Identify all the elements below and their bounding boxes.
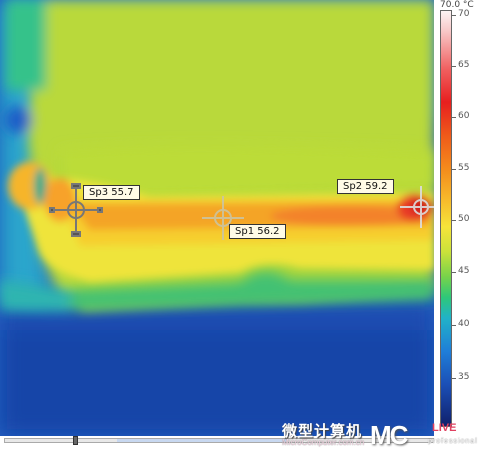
tick-35: 35 — [458, 372, 470, 382]
thermal-image-canvas — [0, 0, 434, 436]
tick-55: 55 — [458, 163, 470, 173]
scrollbar-handle[interactable] — [73, 436, 78, 445]
watermark-en: MicroComputer.com.cn — [282, 438, 365, 447]
scrollbar-track — [117, 439, 287, 442]
thermal-image — [0, 0, 434, 436]
tick-65: 65 — [458, 60, 470, 70]
temperature-colorbar — [440, 10, 452, 427]
tick-mark — [452, 325, 456, 326]
tick-mark — [452, 272, 456, 273]
tick-mark — [452, 117, 456, 118]
watermark-pro: professional — [428, 438, 478, 445]
tick-60: 60 — [458, 111, 470, 121]
watermark-brand: MC — [370, 420, 408, 450]
tick-mark — [452, 15, 456, 16]
tick-45: 45 — [458, 266, 470, 276]
tick-50: 50 — [458, 214, 470, 224]
tick-mark — [452, 378, 456, 379]
spot-label-sp1[interactable]: Sp1 56.2 — [229, 224, 286, 239]
spot-label-sp3[interactable]: Sp3 55.7 — [83, 185, 140, 200]
watermark-live: LIVE — [432, 422, 457, 434]
spot-label-sp2[interactable]: Sp2 59.2 — [337, 179, 394, 194]
watermark-logo: 微型计算机 MicroComputer.com.cn MC LIVE profe… — [282, 420, 478, 450]
tick-mark — [452, 169, 456, 170]
tick-mark — [452, 220, 456, 221]
tick-40: 40 — [458, 319, 470, 329]
tick-mark — [452, 66, 456, 67]
tick-70: 70 — [458, 9, 470, 19]
